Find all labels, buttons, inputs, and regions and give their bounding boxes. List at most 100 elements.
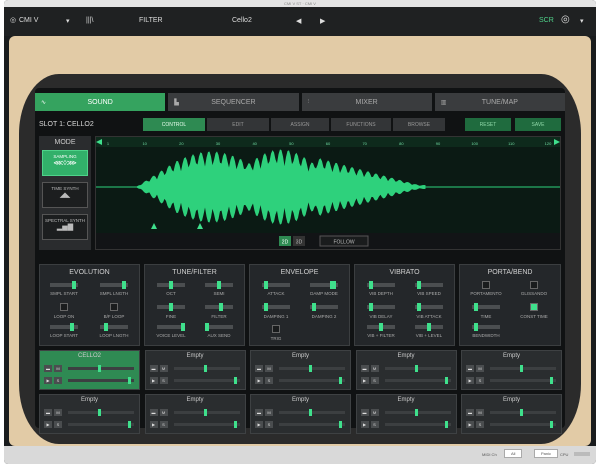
slot-volume-slider[interactable] [173,377,240,384]
slider-attack[interactable] [262,281,290,289]
slot-volume-slider[interactable] [384,377,451,384]
voice-slot[interactable]: Empty ▬ M ▶ S [250,350,351,390]
slider-thumb[interactable] [474,303,478,311]
solo-button[interactable]: S [54,377,62,384]
voice-slot[interactable]: Empty ▬ M ▶ S [355,350,457,390]
voice-slot[interactable]: Empty ▬ M ▶ S [461,394,562,434]
voice-slot[interactable]: Empty ▬ M ▶ S [355,394,457,434]
library-icon[interactable]: |||\ [86,17,93,24]
play-icon[interactable]: ▶ [44,421,52,428]
slider-thumb[interactable] [219,303,223,311]
slot-pan-slider[interactable] [384,365,451,372]
play-icon[interactable]: ▶ [149,377,158,384]
mute-button[interactable]: M [159,409,168,416]
mute-button[interactable]: M [370,409,379,416]
play-icon[interactable]: ▶ [466,421,474,428]
slider-vib-speed[interactable] [415,281,443,289]
selector-damp-mode[interactable] [310,281,338,289]
slider-thumb[interactable] [98,365,101,372]
folder-icon[interactable]: ▬ [149,409,158,416]
slot-volume-slider[interactable] [68,421,134,428]
mute-button[interactable]: M [265,365,273,372]
slider-vib-depth[interactable] [367,281,395,289]
slot-volume-slider[interactable] [68,377,134,384]
folder-icon[interactable]: ▬ [255,409,263,416]
slider-thumb[interactable] [520,365,523,372]
slider-oct[interactable] [157,281,185,289]
slider-thumb[interactable] [520,409,523,416]
play-icon[interactable]: ▶ [255,377,263,384]
reset-button[interactable]: RESET [465,118,511,131]
mode-sampling-button[interactable]: SAMPLING ⋘◊⋙ [42,150,88,176]
slot-volume-slider[interactable] [279,377,345,384]
slider-thumb[interactable] [169,303,173,311]
slider-thumb[interactable] [98,409,101,416]
slider-loop-start[interactable] [50,323,78,331]
slider-thumb[interactable] [309,365,312,372]
folder-icon[interactable]: ▬ [149,365,158,372]
subtab-edit[interactable]: EDIT [207,118,269,131]
slider-thumb[interactable] [122,281,126,289]
checkbox-loop-on[interactable] [60,303,68,311]
slider-thumb[interactable] [369,281,373,289]
slot-pan-slider[interactable] [173,365,240,372]
slider-thumb[interactable] [264,281,268,289]
slider-thumb[interactable] [339,377,342,384]
slot-pan-slider[interactable] [490,409,556,416]
slider-thumb[interactable] [128,377,131,384]
solo-button[interactable]: S [265,377,273,384]
solo-button[interactable]: S [159,377,168,384]
slider-thumb[interactable] [550,377,553,384]
slider-thumb[interactable] [264,303,268,311]
dropdown-icon[interactable]: ▾ [66,17,70,25]
slider-loop-lngth[interactable] [100,323,128,331]
end-handle[interactable] [197,223,203,229]
slider-aux-send[interactable] [205,323,233,331]
slider-thumb[interactable] [414,409,418,416]
scr-button[interactable]: SCR [539,17,554,24]
slider-filter[interactable] [205,303,233,311]
slider-vib-level[interactable] [415,323,443,331]
slider-smpl-lngth[interactable] [100,281,128,289]
folder-icon[interactable]: ▬ [466,409,474,416]
mute-button[interactable]: M [476,409,484,416]
panic-button[interactable]: Panic [534,449,559,458]
mute-button[interactable]: M [54,409,62,416]
slider-thumb[interactable] [369,303,373,311]
start-handle[interactable] [151,223,157,229]
checkbox-glissando[interactable] [530,281,538,289]
slot-volume-slider[interactable] [490,377,556,384]
play-icon[interactable]: ▶ [44,377,52,384]
slider-thumb[interactable] [417,281,421,289]
slider-thumb[interactable] [474,323,478,331]
slider-thumb[interactable] [203,409,207,416]
slider-thumb[interactable] [444,421,448,428]
checkbox-const-time[interactable] [530,303,538,311]
slot-pan-slider[interactable] [68,365,134,372]
voice-slot[interactable]: Empty ▬ M ▶ S [39,394,140,434]
slider-thumb[interactable] [339,421,342,428]
slider-vib-attack[interactable] [415,303,443,311]
folder-icon[interactable]: ▬ [44,409,52,416]
folder-icon[interactable]: ▬ [360,409,369,416]
slider-thumb[interactable] [72,281,76,289]
slider-time[interactable] [472,303,500,311]
waveform-display[interactable]: 1 10 20 30 40 50 60 70 80 90 100 110 120 2D 3D FOLLO… [95,136,561,250]
selector-thumb[interactable] [330,281,336,289]
play-icon[interactable]: ▶ [149,421,158,428]
voice-slot[interactable]: Empty ▬ M ▶ S [250,394,351,434]
next-preset-button[interactable]: ▶ [320,17,325,25]
tab-sequencer[interactable]: ▙ SEQUENCER [168,93,299,111]
tab-tune-map[interactable]: ▥ TUNE/MAP [434,93,565,111]
slider-smpl-start[interactable] [50,281,78,289]
checkbox-bf-loop[interactable] [110,303,118,311]
mode-spectral-synth-button[interactable]: SPECTRAL SYNTH ▂▅▇ [42,214,88,240]
folder-icon[interactable]: ▬ [360,365,369,372]
slot-volume-slider[interactable] [384,421,451,428]
folder-icon[interactable]: ▬ [44,365,52,372]
subtab-browse[interactable]: BROWSE [393,118,445,131]
slot-volume-slider[interactable] [173,421,240,428]
play-icon[interactable]: ▶ [360,377,369,384]
slot-pan-slider[interactable] [173,409,240,416]
preset-name[interactable]: Cello2 [232,17,252,24]
